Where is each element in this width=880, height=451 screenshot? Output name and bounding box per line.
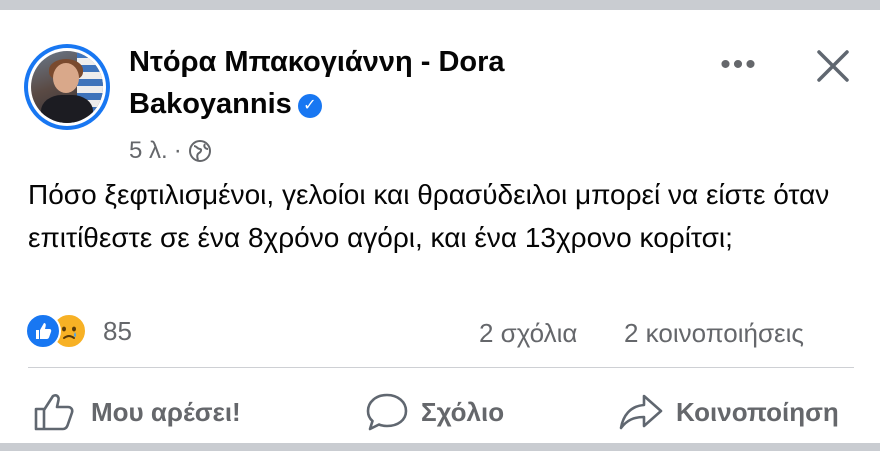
author-avatar[interactable] — [24, 44, 110, 130]
author-name-block[interactable]: Ντόρα Μπακογιάννη - Dora Bakoyannis ✓ — [129, 41, 649, 125]
shares-count[interactable]: 2 κοινοποιήσεις — [624, 317, 804, 349]
avatar-face — [53, 63, 79, 93]
actions-divider — [28, 367, 854, 368]
comments-count[interactable]: 2 σχόλια — [479, 317, 577, 349]
more-options-icon[interactable]: ••• — [717, 50, 761, 86]
share-button[interactable]: Κοινοποίηση — [618, 383, 839, 441]
avatar-ring — [28, 48, 106, 126]
share-arrow-icon — [619, 394, 663, 430]
post-timestamp[interactable]: 5 λ. — [129, 137, 168, 164]
verified-badge-icon: ✓ — [297, 94, 322, 118]
reaction-count: 85 — [103, 316, 132, 346]
post-card: Ντόρα Μπακογιάννη - Dora Bakoyannis ✓ 5 λ… — [0, 10, 880, 443]
like-label: Μου αρέσει! — [91, 396, 241, 427]
share-label: Κοινοποίηση — [676, 396, 839, 427]
avatar-body — [41, 95, 93, 123]
like-reaction-icon — [25, 313, 61, 349]
comment-button[interactable]: Σχόλιο — [365, 383, 504, 441]
like-button[interactable]: Μου αρέσει! — [33, 383, 241, 441]
meta-separator: · — [173, 137, 182, 164]
comment-label: Σχόλιο — [421, 396, 505, 427]
close-icon[interactable] — [812, 45, 854, 87]
post-meta: 5 λ. · — [129, 136, 212, 171]
globe-icon — [188, 139, 212, 171]
post-text: Πόσο ξεφτιλισμένοι, γελοίοι και θρασύδει… — [28, 179, 830, 253]
comment-bubble-icon — [366, 393, 408, 431]
avatar-photo — [31, 51, 103, 123]
thumbs-up-icon — [34, 394, 74, 431]
